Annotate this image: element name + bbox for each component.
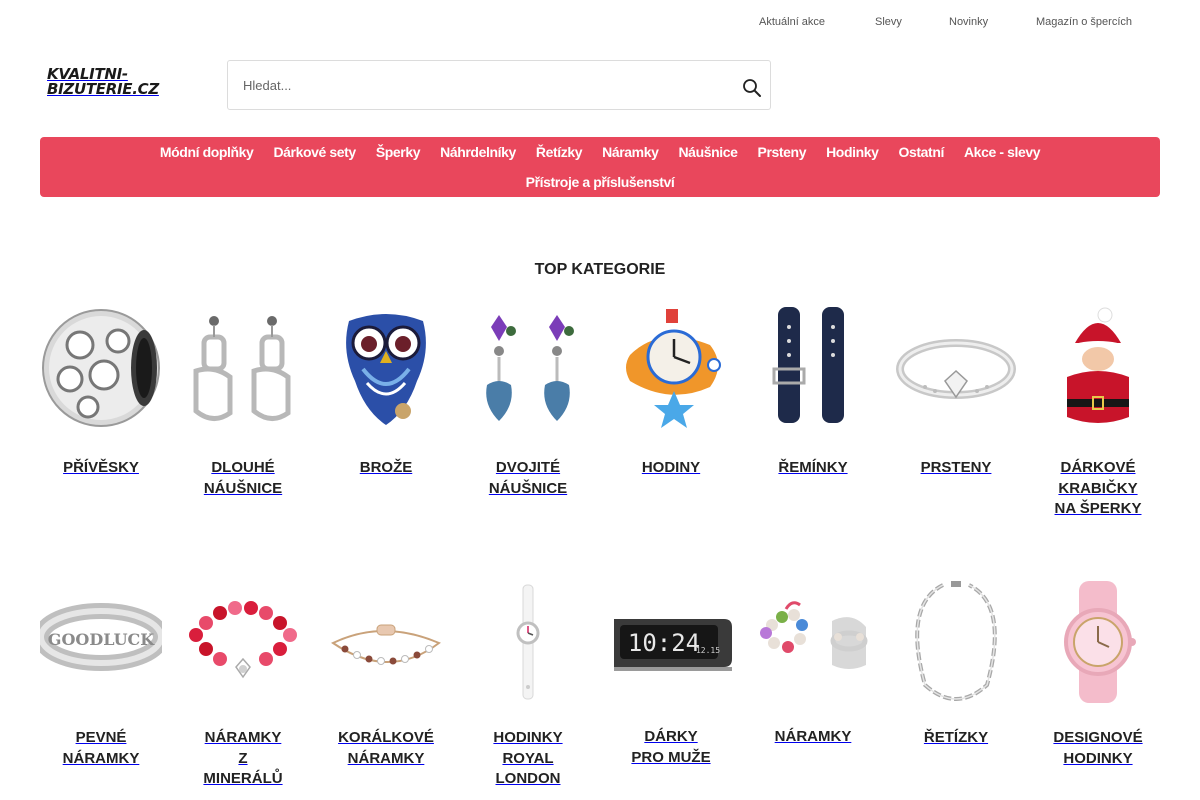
nav-item-fashion-accessories[interactable]: Módní doplňky (160, 144, 254, 160)
category-label: Hodiny (641, 459, 701, 476)
top-link-news[interactable]: Novinky (949, 16, 988, 28)
category-card-gift-boxes[interactable]: Dárkové krabičky na šperky (1037, 307, 1159, 520)
nav-item-devices-accessories[interactable]: Přístroje a příslušenství (526, 174, 675, 190)
pink-watch-icon (1037, 581, 1159, 703)
category-label: Náramky (774, 728, 852, 745)
nav-row-2: Přístroje a příslušenství (40, 174, 1160, 190)
search-icon[interactable] (742, 78, 770, 98)
nav-item-watches[interactable]: Hodinky (826, 144, 879, 160)
long-earrings-icon (182, 307, 304, 429)
main-navigation: Módní doplňky Dárkové sety Šperky Náhrde… (40, 137, 1160, 197)
site-logo[interactable]: KVALITNI- BIZUTERIE.CZ (47, 67, 167, 101)
nav-item-necklaces[interactable]: Náhrdelníky (440, 144, 516, 160)
top-link-discounts[interactable]: Slevy (875, 16, 902, 28)
chain-bracelet-icon (325, 581, 447, 703)
nav-item-chains[interactable]: Řetízky (536, 144, 583, 160)
search-input[interactable] (228, 61, 728, 109)
pearl-bracelet-icon (752, 581, 874, 703)
cuff-bracelet-icon: GOODLUCK (40, 581, 162, 703)
category-card-gifts-for-men[interactable]: 10:24 12.15 Dárky pro muže (610, 581, 732, 768)
svg-text:12.15: 12.15 (696, 646, 720, 655)
category-label: Pevné náramky (62, 729, 140, 767)
category-card-clocks[interactable]: Hodiny (610, 307, 732, 479)
category-label: Designové hodinky (1053, 729, 1143, 767)
nav-item-bracelets[interactable]: Náramky (602, 144, 659, 160)
nav-item-jewelry[interactable]: Šperky (376, 144, 421, 160)
category-label: Řemínky (778, 459, 848, 476)
necklace-chain-icon (895, 581, 1017, 703)
santa-gift-box-icon (1037, 307, 1159, 429)
category-card-cuff-bracelets[interactable]: GOODLUCK Pevné náramky (40, 581, 162, 769)
nav-row-1: Módní doplňky Dárkové sety Šperky Náhrde… (40, 144, 1160, 160)
category-card-long-earrings[interactable]: Dlouhé náušnice (182, 307, 304, 499)
svg-text:10:24: 10:24 (628, 629, 700, 657)
category-card-bead-bracelets[interactable]: Korálkové náramky (325, 581, 447, 769)
category-label: Dlouhé náušnice (203, 459, 283, 497)
category-card-royal-london-watches[interactable]: Hodinky Royal London (467, 581, 589, 790)
category-label: Hodinky Royal London (493, 729, 563, 787)
watch-straps-icon (752, 307, 874, 429)
category-card-rings[interactable]: Prsteny (895, 307, 1017, 479)
category-label: Prsteny (920, 459, 992, 476)
category-card-chains[interactable]: Řetízky (895, 581, 1017, 749)
category-card-double-earrings[interactable]: Dvojité náušnice (467, 307, 589, 499)
category-label: Přívěsky (63, 459, 139, 476)
category-card-pendants[interactable]: Přívěsky (40, 307, 162, 479)
wall-clock-icon (622, 309, 721, 429)
wristwatch-icon (467, 581, 589, 703)
bead-bracelet-icon (182, 581, 304, 703)
category-label: Korálkové náramky (338, 729, 434, 767)
category-label: Dvojité náušnice (488, 459, 568, 497)
nav-item-earrings[interactable]: Náušnice (678, 144, 737, 160)
nav-item-rings[interactable]: Prsteny (758, 144, 807, 160)
owl-brooch-icon (325, 307, 447, 429)
category-card-brooches[interactable]: Brože (325, 307, 447, 479)
ring-icon (895, 307, 1017, 429)
search-box (227, 60, 771, 110)
top-categories-title: TOP KATEGORIE (534, 261, 666, 278)
category-label: Řetízky (923, 729, 989, 746)
double-earrings-icon (467, 307, 589, 429)
svg-text:GOODLUCK: GOODLUCK (48, 630, 155, 649)
category-label: Dárky pro muže (631, 728, 711, 766)
nav-item-other[interactable]: Ostatní (899, 144, 945, 160)
nav-item-gift-sets[interactable]: Dárkové sety (273, 144, 356, 160)
bead-charm-icon (40, 307, 162, 429)
top-links-bar: Aktuální akce Slevy Novinky Magazín o šp… (0, 0, 1200, 44)
category-card-mineral-bracelets[interactable]: Náramky z minerálů (182, 581, 304, 790)
category-card-watch-straps[interactable]: Řemínky (752, 307, 874, 479)
category-label: Náramky z minerálů (203, 729, 283, 787)
top-link-current-deals[interactable]: Aktuální akce (759, 16, 825, 28)
category-card-designer-watches[interactable]: Designové hodinky (1037, 581, 1159, 769)
category-card-bracelets[interactable]: Náramky (752, 581, 874, 748)
logo-line-2: BIZUTERIE.CZ (47, 80, 159, 98)
nav-item-sales[interactable]: Akce - slevy (964, 144, 1041, 160)
alarm-clock-icon: 10:24 12.15 (610, 581, 732, 703)
category-label: Dárkové krabičky na šperky (1054, 459, 1142, 517)
top-link-magazine[interactable]: Magazín o špercích (1036, 16, 1132, 28)
category-label: Brože (359, 459, 413, 476)
